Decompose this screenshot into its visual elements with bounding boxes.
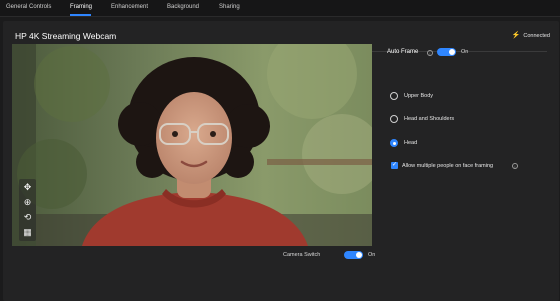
multiple-people-checkbox[interactable]: ✓ (391, 162, 398, 169)
active-tab-indicator (70, 14, 91, 16)
radio-button[interactable] (390, 115, 398, 123)
plug-icon: ⚡ (511, 32, 521, 39)
auto-frame-state: On (461, 49, 469, 55)
radio-button[interactable] (390, 139, 398, 147)
tab-framing[interactable]: Framing (70, 4, 92, 10)
framing-option-head[interactable]: Head (390, 139, 417, 147)
radio-button[interactable] (390, 92, 398, 100)
framing-option-label: Upper Body (404, 93, 434, 99)
toggle-knob (356, 252, 362, 258)
framing-option-label: Head and Shoulders (404, 116, 455, 122)
rotate-icon[interactable]: ⟲ (22, 212, 33, 223)
multiple-people-label: Allow multiple people on face framing (402, 162, 494, 169)
camera-switch-state: On (368, 252, 376, 258)
toggle-knob (449, 49, 455, 55)
framing-option-upper-body[interactable]: Upper Body (390, 92, 433, 100)
move-icon[interactable]: ✥ (22, 182, 33, 193)
tab-bar: General Controls Framing Enhancement Bac… (0, 0, 560, 17)
camera-switch-label: Camera Switch (283, 252, 321, 258)
auto-frame-toggle[interactable] (437, 48, 456, 56)
framing-option-label: Head (404, 140, 418, 146)
grid-icon[interactable]: ▦ (22, 227, 33, 238)
zoom-in-icon[interactable]: ⊕ (22, 197, 33, 208)
connection-status-text: Connected (523, 32, 550, 39)
preview-toolbar: ✥ ⊕ ⟲ ▦ (19, 179, 36, 241)
auto-frame-label: Auto Frame (387, 49, 419, 55)
connection-status: ⚡ Connected (512, 32, 550, 39)
tab-background[interactable]: Background (167, 4, 199, 10)
camera-preview-image (12, 44, 372, 246)
framing-option-head-and-shoulders[interactable]: Head and Shoulders (390, 115, 454, 123)
tab-sharing[interactable]: Sharing (219, 4, 240, 10)
multiple-people-info-icon[interactable]: i (512, 163, 518, 169)
multiple-people-option[interactable]: ✓ Allow multiple people on face framing (391, 162, 493, 169)
tab-general-controls[interactable]: General Controls (6, 4, 51, 10)
tab-enhancement[interactable]: Enhancement (111, 4, 148, 10)
camera-switch-toggle[interactable] (344, 251, 363, 259)
auto-frame-info-icon[interactable]: i (427, 50, 433, 56)
camera-preview (12, 44, 372, 246)
page-title: HP 4K Streaming Webcam (15, 31, 117, 41)
